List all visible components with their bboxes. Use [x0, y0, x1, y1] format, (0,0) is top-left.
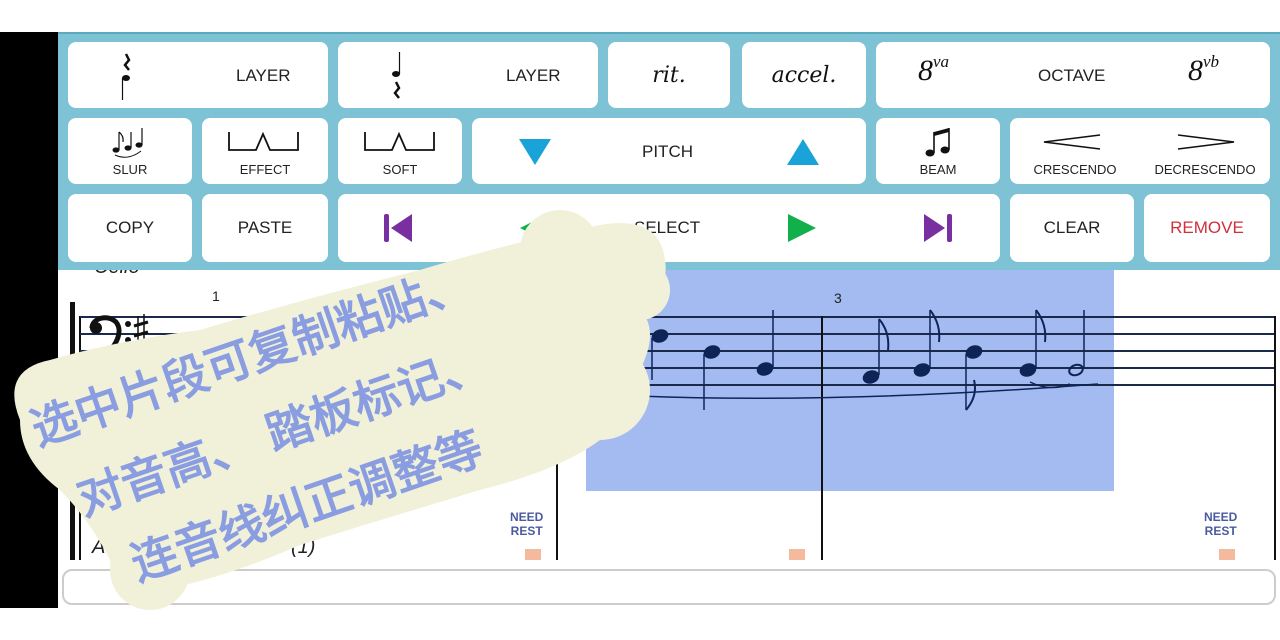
soft-pedal-icon — [364, 131, 435, 151]
need-rest-marker — [525, 549, 541, 560]
slur-button[interactable]: SLUR — [68, 118, 192, 184]
barline — [1274, 316, 1276, 560]
paste-button[interactable]: PASTE — [202, 194, 328, 262]
slur-icon — [112, 128, 143, 158]
need-rest-warning-1: NEED REST — [510, 510, 544, 538]
octave-up-icon[interactable]: 8va — [918, 52, 949, 88]
score-canvas[interactable]: Cello 1 3 Acoustic Grand P — [58, 270, 1280, 560]
slur-label: SLUR — [112, 162, 148, 177]
selected-notes[interactable] — [638, 300, 1098, 420]
select-control: SELECT — [338, 194, 1000, 262]
note-rest-layer-icon — [121, 53, 131, 100]
pitch-control: PITCH — [472, 118, 866, 184]
layer-up-label: LAYER — [236, 66, 291, 85]
octave-label: OCTAVE — [1038, 66, 1106, 85]
soft-button[interactable]: SOFT — [338, 118, 462, 184]
accel-label: accel. — [771, 62, 837, 88]
beam-button[interactable]: BEAM — [876, 118, 1000, 184]
remove-button[interactable]: REMOVE — [1144, 194, 1270, 262]
pitch-label: PITCH — [642, 142, 693, 161]
beam-icon — [925, 128, 950, 157]
effect-label: EFFECT — [239, 162, 291, 177]
layer-up-button[interactable]: LAYER — [68, 42, 328, 108]
crescendo-label: CRESCENDO — [1033, 162, 1117, 177]
effect-button[interactable]: EFFECT — [202, 118, 328, 184]
select-start-icon[interactable] — [382, 212, 416, 244]
beam-label: BEAM — [919, 162, 957, 177]
rit-label: rit. — [652, 62, 686, 88]
crescendo-icon — [1043, 134, 1101, 150]
select-previous-icon[interactable] — [518, 212, 550, 244]
copy-label: COPY — [105, 218, 155, 237]
select-next-icon[interactable] — [786, 212, 818, 244]
layer-down-button[interactable]: LAYER — [338, 42, 598, 108]
need-rest-marker — [789, 549, 805, 560]
bottom-input-bar[interactable] — [62, 569, 1276, 605]
soft-label: SOFT — [382, 162, 418, 177]
octave-button[interactable]: 8va OCTAVE 8vb — [876, 42, 1270, 108]
rest-note-layer-icon — [392, 52, 401, 99]
select-label: SELECT — [634, 218, 701, 237]
decrescendo-icon — [1177, 134, 1235, 150]
pedal-effect-icon — [228, 131, 299, 151]
need-rest-warning-2: NEED REST — [1204, 510, 1238, 538]
rit-button[interactable]: rit. — [608, 42, 730, 108]
barline — [556, 316, 558, 560]
instrument-name-cello: Cello — [94, 270, 140, 279]
edit-toolbar: LAYER LAYER rit. accel. 8va OCTAVE 8vb S… — [58, 32, 1280, 270]
measure-number-1: 1 — [212, 288, 220, 304]
decrescendo-label: DECRESCENDO — [1154, 162, 1256, 177]
paste-label: PASTE — [237, 218, 293, 237]
pitch-down-icon[interactable] — [518, 138, 552, 166]
dynamics-control: CRESCENDO DECRESCENDO — [1010, 118, 1270, 184]
need-rest-marker — [1219, 549, 1235, 560]
decrescendo-button[interactable]: DECRESCENDO — [1140, 118, 1270, 184]
clear-label: CLEAR — [1043, 218, 1101, 237]
bass-clef-icon — [89, 314, 149, 367]
layer-down-label: LAYER — [506, 66, 561, 85]
system-barline — [79, 316, 81, 560]
system-bracket — [70, 302, 75, 560]
pitch-up-icon[interactable] — [786, 138, 820, 166]
accel-button[interactable]: accel. — [742, 42, 866, 108]
octave-down-icon[interactable]: 8vb — [1188, 52, 1219, 88]
crescendo-button[interactable]: CRESCENDO — [1010, 118, 1140, 184]
left-edge — [0, 32, 58, 608]
clear-button[interactable]: CLEAR — [1010, 194, 1134, 262]
select-end-icon[interactable] — [920, 212, 954, 244]
copy-button[interactable]: COPY — [68, 194, 192, 262]
instrument-name-piano: Acoustic Grand Piano (1) — [92, 536, 316, 558]
remove-label: REMOVE — [1170, 218, 1244, 237]
